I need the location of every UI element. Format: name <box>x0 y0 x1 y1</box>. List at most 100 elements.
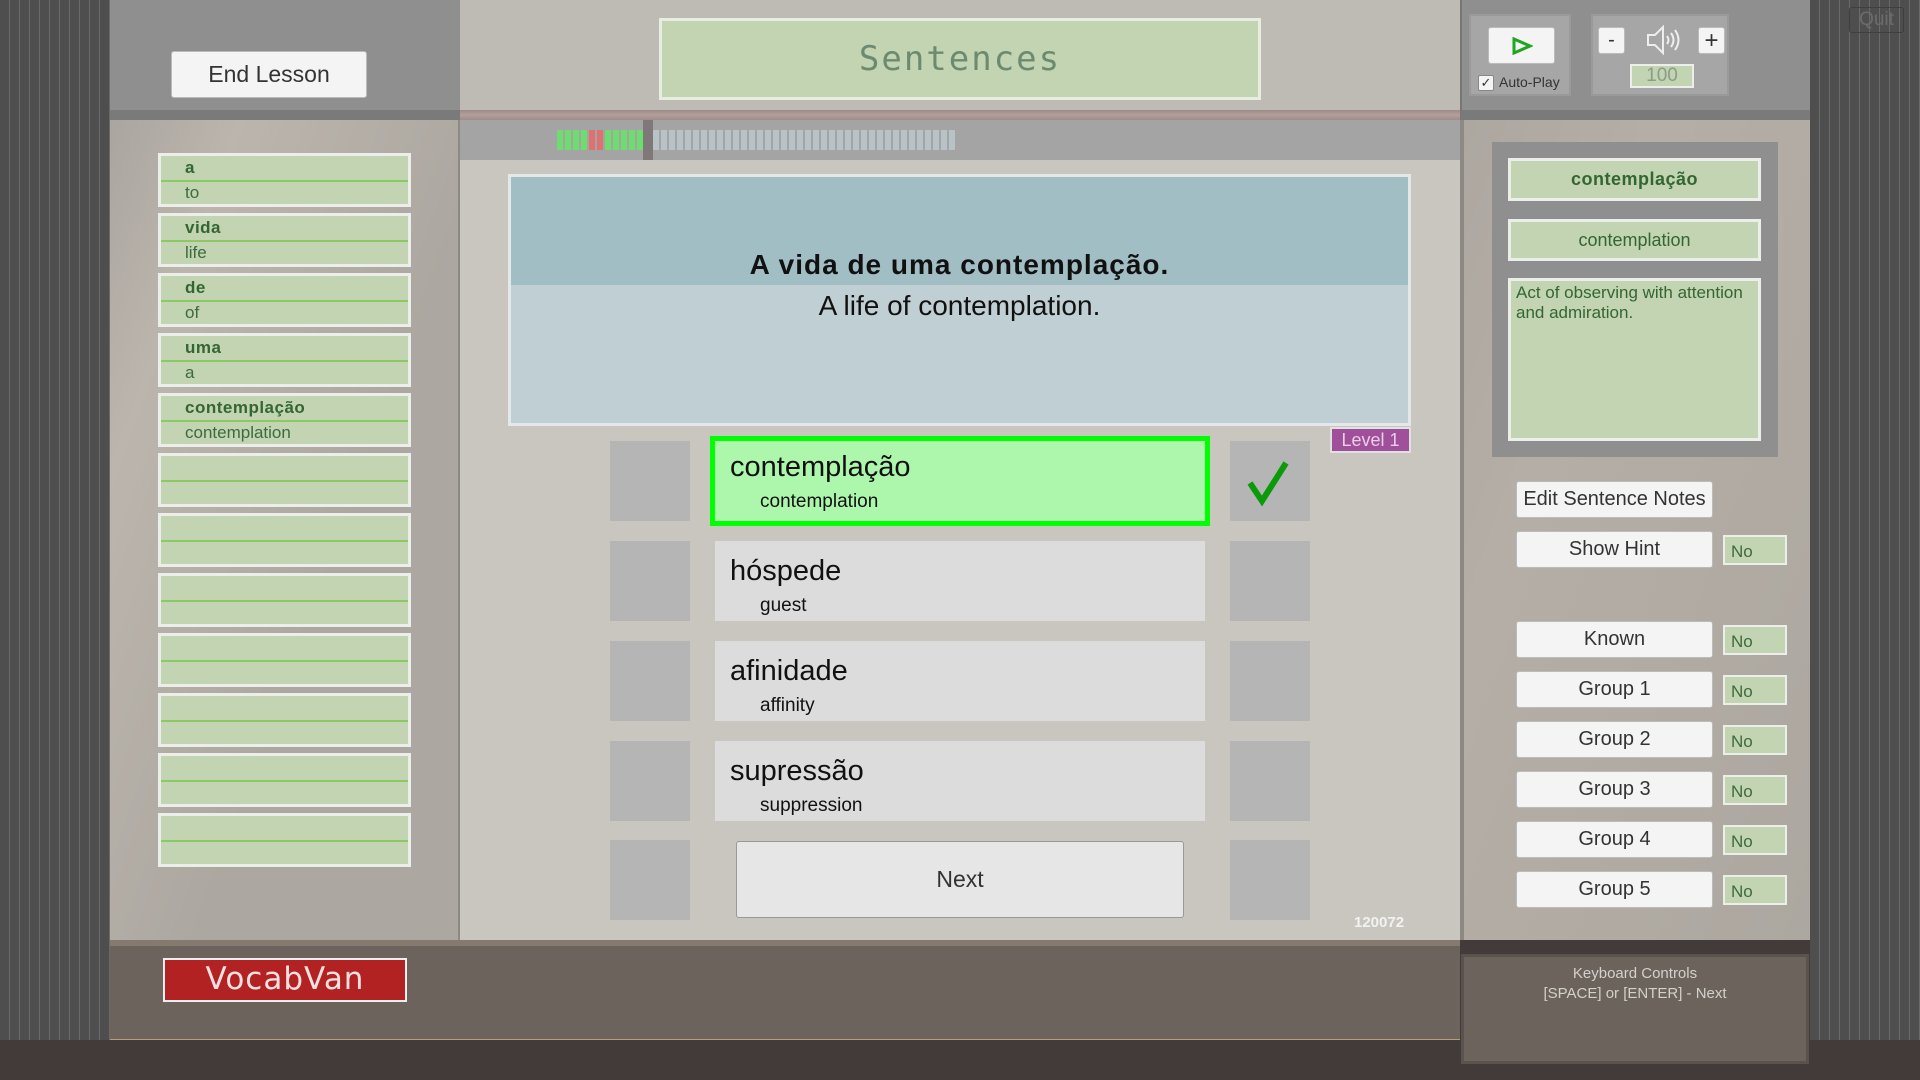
word-separator <box>161 180 408 182</box>
progress-segment-pending <box>829 130 835 150</box>
quit-button[interactable]: Quit <box>1849 7 1904 33</box>
progress-segment-pending <box>765 130 771 150</box>
word-list-item[interactable]: uma a <box>158 333 411 387</box>
keyboard-controls-panel: Keyboard Controls [SPACE] or [ENTER] - N… <box>1461 954 1809 1064</box>
progress-segment-correct <box>605 130 611 150</box>
word-list-item[interactable]: vida life <box>158 213 411 267</box>
word-english: a <box>185 363 195 382</box>
word-portuguese: vida <box>185 218 222 237</box>
group-2-button[interactable]: Group 2 <box>1516 721 1713 758</box>
speaker-icon <box>1646 24 1680 61</box>
word-list-item[interactable] <box>158 693 411 747</box>
group-1-button[interactable]: Group 1 <box>1516 671 1713 708</box>
answer-choice[interactable]: contemplação contemplation <box>710 436 1210 526</box>
word-list-item[interactable]: contemplação contemplation <box>158 393 411 447</box>
word-list-item[interactable] <box>158 573 411 627</box>
show-hint-button[interactable]: Show Hint <box>1516 531 1713 568</box>
answer-choice[interactable]: supressão suppression <box>715 741 1205 821</box>
progress-segment-pending <box>933 130 939 150</box>
group-4-button[interactable]: Group 4 <box>1516 821 1713 858</box>
progress-segment-pending <box>677 130 683 150</box>
word-info-note[interactable]: Act of observing with attention and admi… <box>1508 278 1761 441</box>
progress-segment-pending <box>813 130 819 150</box>
word-list-item[interactable] <box>158 513 411 567</box>
word-separator <box>161 720 408 722</box>
choice-portuguese: afinidade <box>730 655 848 687</box>
word-separator <box>161 780 408 782</box>
volume-value[interactable]: 100 <box>1630 64 1694 88</box>
word-separator <box>161 240 408 242</box>
progress-segment-correct <box>613 130 619 150</box>
playback-box: ✓ Auto-Play <box>1469 14 1571 96</box>
word-list-item[interactable] <box>158 753 411 807</box>
answer-choice[interactable]: afinidade affinity <box>715 641 1205 721</box>
word-english: contemplation <box>185 423 291 442</box>
page-title: Sentences <box>659 18 1261 100</box>
group-2-value: No <box>1723 725 1787 755</box>
choice-left-slot <box>610 541 690 621</box>
progress-segment-pending <box>901 130 907 150</box>
play-button[interactable] <box>1488 27 1555 64</box>
progress-segment-pending <box>821 130 827 150</box>
word-list-item[interactable] <box>158 453 411 507</box>
choice-english: affinity <box>760 695 815 716</box>
progress-segment-pending <box>685 130 691 150</box>
progress-segment-correct <box>629 130 635 150</box>
word-list-item[interactable]: de of <box>158 273 411 327</box>
left-border-decor <box>0 0 110 1040</box>
word-english: life <box>185 243 207 262</box>
group-4-value: No <box>1723 825 1787 855</box>
choice-left-slot <box>610 840 690 920</box>
word-separator <box>161 300 408 302</box>
autoplay-checkbox[interactable]: ✓ <box>1478 75 1494 91</box>
volume-up-button[interactable]: + <box>1698 27 1725 54</box>
level-badge: Level 1 <box>1330 427 1411 453</box>
progress-segment-pending <box>861 130 867 150</box>
word-portuguese: de <box>185 278 206 297</box>
progress-segment-pending <box>749 130 755 150</box>
progress-segment-correct <box>573 130 579 150</box>
progress-segment-pending <box>709 130 715 150</box>
progress-segment-pending <box>693 130 699 150</box>
progress-segment-pending <box>805 130 811 150</box>
progress-segment-pending <box>757 130 763 150</box>
progress-segment-pending <box>669 130 675 150</box>
progress-segment-pending <box>789 130 795 150</box>
progress-segment-pending <box>909 130 915 150</box>
edit-sentence-notes-button[interactable]: Edit Sentence Notes <box>1516 481 1713 518</box>
word-list-item[interactable]: a to <box>158 153 411 207</box>
keyboard-controls-title: Keyboard Controls <box>1572 965 1698 982</box>
group-3-button[interactable]: Group 3 <box>1516 771 1713 808</box>
progress-segment-pending <box>941 130 947 150</box>
answer-choice[interactable]: hóspede guest <box>715 541 1205 621</box>
keyboard-controls-next: [SPACE] or [ENTER] - Next <box>1543 985 1727 1002</box>
progress-segment-pending <box>653 130 659 150</box>
vocabvan-logo: VocabVan <box>163 958 407 1002</box>
word-info-portuguese: contemplação <box>1508 158 1761 201</box>
choice-portuguese: contemplação <box>730 451 911 483</box>
group-1-value: No <box>1723 675 1787 705</box>
progress-segment-pending <box>773 130 779 150</box>
next-button[interactable]: Next <box>736 841 1184 918</box>
word-separator <box>161 360 408 362</box>
choice-right-slot <box>1230 641 1310 721</box>
sentence-english: A life of contemplation. <box>818 290 1101 321</box>
word-portuguese: a <box>185 158 195 177</box>
progress-segment-pending <box>845 130 851 150</box>
progress-segment-pending <box>733 130 739 150</box>
progress-segment-correct <box>581 130 587 150</box>
word-separator <box>161 600 408 602</box>
group-5-value: No <box>1723 875 1787 905</box>
word-list-item[interactable] <box>158 813 411 867</box>
progress-segment-pending <box>925 130 931 150</box>
sentence-card: A vida de uma contemplação. A life of co… <box>508 174 1411 426</box>
word-list-item[interactable] <box>158 633 411 687</box>
volume-down-button[interactable]: - <box>1598 27 1625 54</box>
group-5-button[interactable]: Group 5 <box>1516 871 1713 908</box>
sentence-portuguese: A vida de uma contemplação. <box>749 249 1170 280</box>
known-value: No <box>1723 625 1787 655</box>
end-lesson-button[interactable]: End Lesson <box>171 51 367 98</box>
known-button[interactable]: Known <box>1516 621 1713 658</box>
id-code: 120072 <box>1354 914 1405 931</box>
choice-english: contemplation <box>760 491 879 512</box>
